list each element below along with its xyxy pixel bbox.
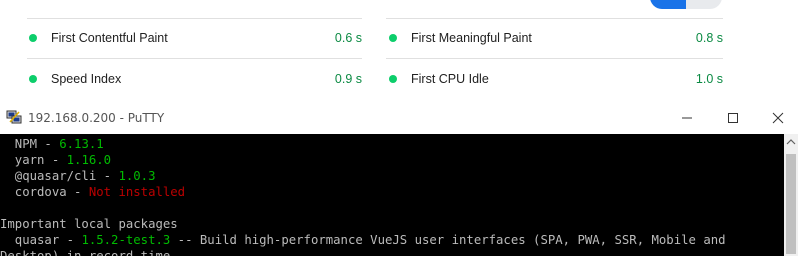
metric-label: First Contentful Paint xyxy=(51,31,168,45)
metric-value: 1.0 s xyxy=(695,72,723,86)
divider xyxy=(386,18,723,19)
view-toggle[interactable] xyxy=(650,0,722,9)
minimize-button[interactable] xyxy=(664,101,710,134)
metric-first-contentful-paint: First Contentful Paint 0.6 s xyxy=(29,28,362,48)
pass-status-icon xyxy=(29,75,37,83)
putty-icon xyxy=(6,110,22,124)
scrollbar-thumb[interactable] xyxy=(786,154,796,254)
maximize-button[interactable] xyxy=(710,101,756,134)
vertical-scrollbar[interactable] xyxy=(784,134,798,256)
metric-label: Speed Index xyxy=(51,72,122,86)
metric-value: 0.6 s xyxy=(334,31,362,45)
package-status: Not installed xyxy=(88,185,186,199)
list-view-button[interactable] xyxy=(686,0,722,9)
package-description: -- Build high-performance VueJS user int… xyxy=(170,233,726,247)
package-label: yarn - xyxy=(0,153,67,167)
terminal-section-heading: Important local packages xyxy=(0,217,178,231)
terminal-line-quasar: quasar - 1.5.2-test.3 -- Build high-perf… xyxy=(0,232,726,248)
pass-status-icon xyxy=(389,75,397,83)
maximize-icon xyxy=(728,113,738,123)
package-label: @quasar/cli - xyxy=(0,169,119,183)
package-label: cordova - xyxy=(0,185,89,199)
putty-window: 192.168.0.200 - PuTTY NPM - 6.13.1 yarn … xyxy=(0,101,798,256)
pass-status-icon xyxy=(29,34,37,42)
metric-speed-index: Speed Index 0.9 s xyxy=(29,69,362,89)
lighthouse-metrics-panel: First Contentful Paint 0.6 s First Meani… xyxy=(0,0,798,100)
terminal-line-continuation: Desktop) in record time xyxy=(0,249,171,256)
metric-first-meaningful-paint: First Meaningful Paint 0.8 s xyxy=(389,28,723,48)
terminal-output[interactable]: NPM - 6.13.1 yarn - 1.16.0 @quasar/cli -… xyxy=(0,134,784,256)
metric-label: First Meaningful Paint xyxy=(411,31,532,45)
window-titlebar[interactable]: 192.168.0.200 - PuTTY xyxy=(0,101,798,134)
window-title: 192.168.0.200 - PuTTY xyxy=(28,111,165,125)
package-version: 1.16.0 xyxy=(66,153,112,167)
package-version: 1.0.3 xyxy=(118,169,156,183)
pass-status-icon xyxy=(389,34,397,42)
minimize-icon xyxy=(682,117,692,119)
package-version: 1.5.2-test.3 xyxy=(81,233,171,247)
metric-value: 0.9 s xyxy=(334,72,362,86)
terminal-line-npm: NPM - 6.13.1 xyxy=(0,136,104,152)
scroll-up-icon[interactable] xyxy=(784,134,798,150)
package-label: NPM - xyxy=(0,137,60,151)
metric-label: First CPU Idle xyxy=(411,72,489,86)
package-version: 6.13.1 xyxy=(59,137,104,151)
terminal-line-yarn: yarn - 1.16.0 xyxy=(0,152,111,168)
package-label: quasar - xyxy=(0,233,82,247)
terminal-line-quasar-cli: @quasar/cli - 1.0.3 xyxy=(0,168,156,184)
view-toggle-active-segment[interactable] xyxy=(650,0,686,9)
divider xyxy=(27,18,362,19)
terminal-line-cordova: cordova - Not installed xyxy=(0,184,185,200)
metric-value: 0.8 s xyxy=(695,31,723,45)
divider xyxy=(386,58,723,59)
close-button[interactable] xyxy=(755,101,798,134)
divider xyxy=(27,58,362,59)
metric-first-cpu-idle: First CPU Idle 1.0 s xyxy=(389,69,723,89)
close-icon xyxy=(772,112,784,124)
